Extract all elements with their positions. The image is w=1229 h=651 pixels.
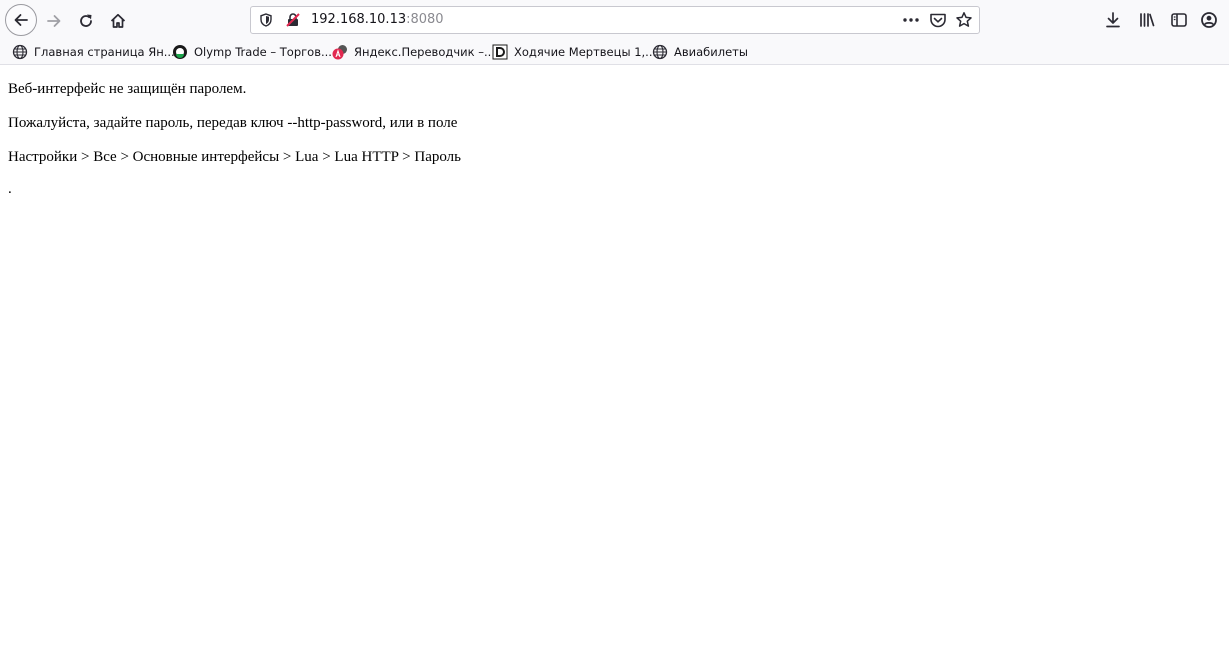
url-host: 192.168.10.13 [311, 12, 407, 27]
bookmark-item[interactable]: Главная страница Ян... [12, 42, 175, 62]
home-button[interactable] [104, 7, 132, 35]
bookmark-label: Olymp Trade – Торгов... [194, 45, 332, 59]
page-content: Веб-интерфейс не защищён паролем. Пожалу… [0, 65, 1229, 651]
sidebar-button[interactable] [1168, 9, 1190, 31]
reload-icon [80, 14, 92, 27]
account-icon [1201, 12, 1217, 28]
bookmark-label: Ходячие Мертвецы 1,... [514, 45, 657, 59]
globe-icon [12, 44, 28, 60]
url-port: :8080 [406, 12, 444, 27]
shield-icon[interactable] [259, 13, 273, 27]
address-bar[interactable]: 192.168.10.13:8080 [250, 6, 980, 34]
bookmark-item[interactable]: Ходячие Мертвецы 1,... [492, 42, 656, 62]
bookmarks-toolbar: Главная страница Ян... Olymp Trade – Тор… [0, 40, 1229, 64]
browser-chrome: 192.168.10.13:8080 Главная страница Ян..… [0, 0, 1229, 65]
back-button[interactable] [5, 4, 37, 36]
forward-button[interactable] [40, 7, 68, 35]
bookmark-item[interactable]: Авиабилеты [652, 42, 748, 62]
library-button[interactable] [1136, 9, 1158, 31]
message-period: . [8, 181, 12, 197]
settings-path: Настройки > Все > Основные интерфейсы > … [8, 149, 462, 165]
insecure-connection-icon[interactable] [285, 12, 301, 28]
d-logo-icon [492, 44, 508, 60]
download-icon [1106, 12, 1120, 28]
arrow-left-icon [14, 14, 28, 26]
bookmark-item[interactable]: Яндекс.Переводчик –... [332, 42, 495, 62]
reload-button[interactable] [72, 7, 100, 35]
account-button[interactable] [1198, 9, 1220, 31]
pocket-icon[interactable] [929, 12, 947, 28]
bookmark-label: Яндекс.Переводчик –... [354, 45, 495, 59]
navigation-toolbar: 192.168.10.13:8080 [0, 0, 1229, 40]
more-actions-icon[interactable] [901, 11, 921, 29]
url-text[interactable]: 192.168.10.13:8080 [311, 12, 444, 27]
message-line-1: Веб-интерфейс не защищён паролем. [8, 81, 247, 97]
downloads-button[interactable] [1102, 9, 1124, 31]
olymp-logo-icon [173, 45, 187, 59]
library-icon [1140, 13, 1155, 27]
bookmark-label: Авиабилеты [674, 45, 748, 59]
bookmark-label: Главная страница Ян... [34, 45, 175, 59]
arrow-right-icon [47, 15, 61, 27]
sidebar-icon [1171, 13, 1187, 27]
message-line-2: Пожалуйста, задайте пароль, передав ключ… [8, 115, 458, 131]
home-icon [110, 13, 126, 28]
bookmark-star-icon[interactable] [955, 11, 973, 29]
bookmark-item[interactable]: Olymp Trade – Торгов... [172, 42, 332, 62]
yandex-translate-icon [332, 45, 347, 60]
globe-icon [652, 44, 668, 60]
